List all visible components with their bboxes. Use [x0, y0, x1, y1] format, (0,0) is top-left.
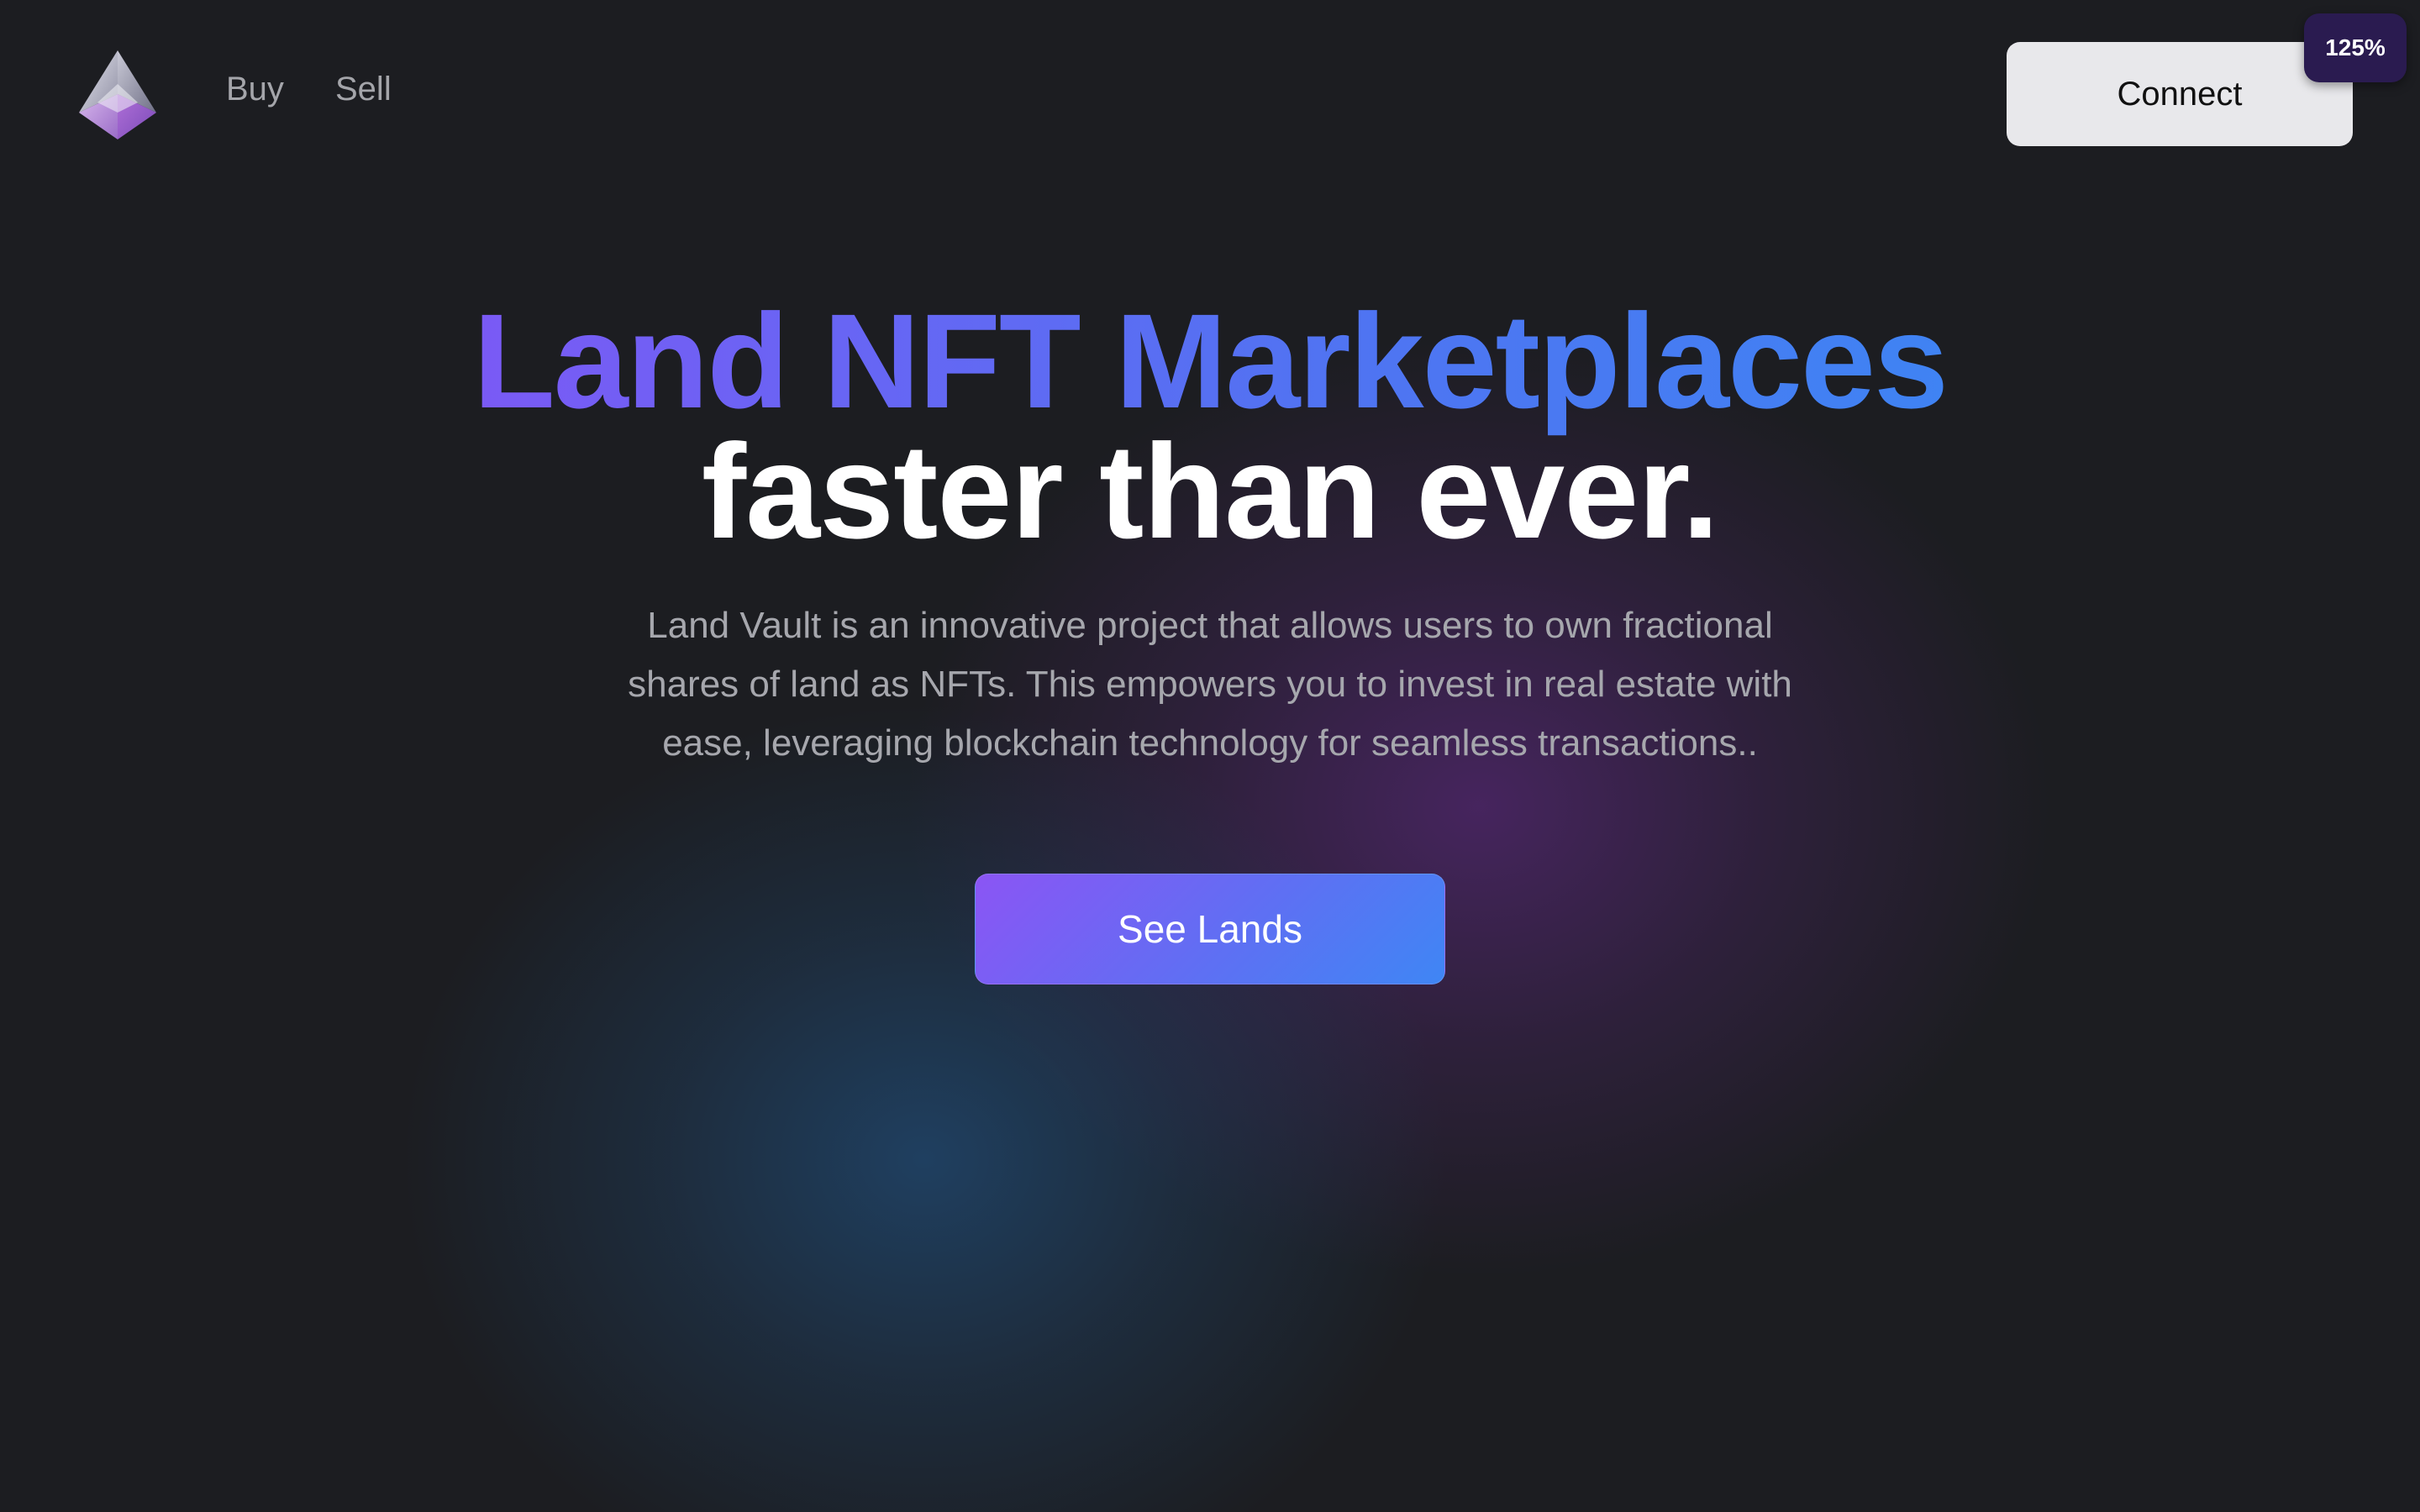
hero-title-gradient-text: Land NFT Marketplaces: [472, 286, 1949, 436]
hero-description: Land Vault is an innovative project that…: [628, 605, 1792, 764]
nav-link-sell[interactable]: Sell: [335, 72, 392, 106]
connect-button[interactable]: Connect: [2007, 42, 2353, 146]
hero-title-line-2: faster than ever.: [701, 416, 1719, 566]
hero-title-line-1: Land NFT Marketplaces: [0, 294, 2420, 428]
ethereum-diamond-icon[interactable]: [76, 50, 160, 139]
page: Buy Sell Connect 125% Land NFT Marketpla…: [0, 0, 2420, 1512]
nav-link-buy[interactable]: Buy: [226, 72, 284, 106]
see-lands-button[interactable]: See Lands: [975, 874, 1445, 984]
zoom-level-badge: 125%: [2304, 13, 2407, 82]
